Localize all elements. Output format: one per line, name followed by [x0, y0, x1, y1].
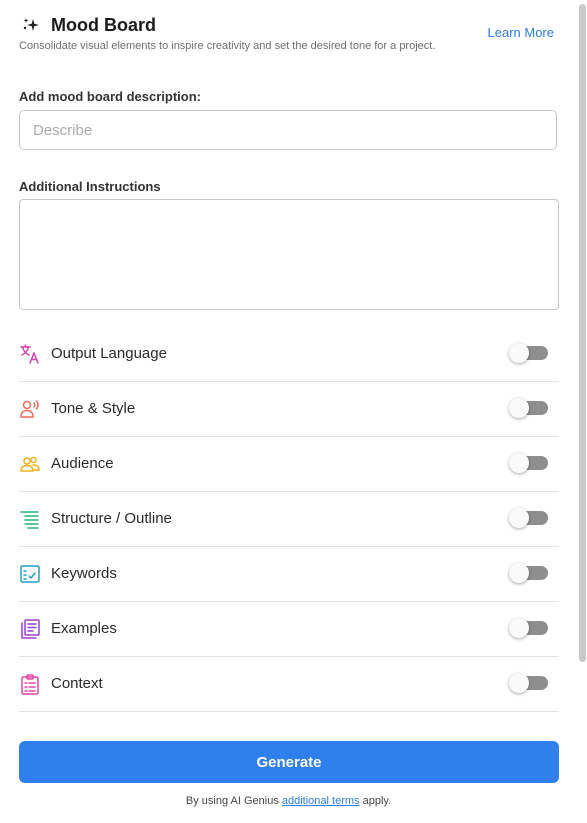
- option-tone-style[interactable]: Tone & Style: [19, 382, 559, 437]
- mood-board-panel: Mood Board Consolidate visual elements t…: [0, 0, 577, 823]
- output-language-toggle[interactable]: [509, 343, 548, 363]
- toggle-knob: [509, 563, 529, 583]
- context-toggle[interactable]: [509, 673, 548, 693]
- footer-terms: By using AI Genius additional terms appl…: [0, 795, 577, 807]
- page-subtitle: Consolidate visual elements to inspire c…: [19, 40, 436, 52]
- option-label: Output Language: [51, 345, 167, 362]
- toggle-knob: [509, 508, 529, 528]
- toggle-knob: [509, 398, 529, 418]
- toggle-knob: [509, 343, 529, 363]
- clipboard-icon: [21, 674, 39, 695]
- tone-style-toggle[interactable]: [509, 398, 548, 418]
- option-label: Audience: [51, 455, 114, 472]
- generate-button[interactable]: Generate: [19, 741, 559, 783]
- option-label: Tone & Style: [51, 400, 136, 417]
- sparkle-icon: [23, 18, 39, 31]
- toggle-knob: [509, 673, 529, 693]
- instructions-label: Additional Instructions: [19, 179, 161, 194]
- keywords-toggle[interactable]: [509, 563, 548, 583]
- examples-toggle[interactable]: [509, 618, 548, 638]
- instructions-textarea[interactable]: [19, 199, 559, 310]
- description-label: Add mood board description:: [19, 89, 201, 104]
- option-audience[interactable]: Audience: [19, 437, 559, 492]
- option-output-language[interactable]: Output Language: [19, 327, 559, 382]
- option-context[interactable]: Context: [19, 657, 559, 712]
- options-list: Output Language Tone & Style Audience St…: [19, 327, 559, 712]
- outline-lines-icon: [20, 511, 39, 529]
- document-stack-icon: [21, 619, 40, 639]
- toggle-knob: [509, 618, 529, 638]
- page-title: Mood Board: [51, 15, 156, 35]
- speaking-person-icon: [20, 400, 39, 418]
- option-label: Context: [51, 675, 103, 692]
- additional-terms-link[interactable]: additional terms: [282, 795, 360, 807]
- translate-icon: [20, 344, 39, 364]
- option-label: Examples: [51, 620, 117, 637]
- toggle-knob: [509, 453, 529, 473]
- description-input[interactable]: [19, 110, 557, 150]
- option-label: Keywords: [51, 565, 117, 582]
- header: Mood Board Consolidate visual elements t…: [19, 12, 559, 56]
- option-keywords[interactable]: Keywords: [19, 547, 559, 602]
- option-examples[interactable]: Examples: [19, 602, 559, 657]
- option-label: Structure / Outline: [51, 510, 172, 527]
- keyword-checklist-icon: [20, 565, 40, 583]
- people-icon: [20, 456, 40, 472]
- structure-outline-toggle[interactable]: [509, 508, 548, 528]
- learn-more-link[interactable]: Learn More: [488, 25, 554, 40]
- option-structure-outline[interactable]: Structure / Outline: [19, 492, 559, 547]
- scrollbar-thumb[interactable]: [579, 4, 586, 662]
- audience-toggle[interactable]: [509, 453, 548, 473]
- footer-prefix: By using AI Genius: [185, 795, 282, 807]
- footer-suffix: apply.: [359, 795, 392, 807]
